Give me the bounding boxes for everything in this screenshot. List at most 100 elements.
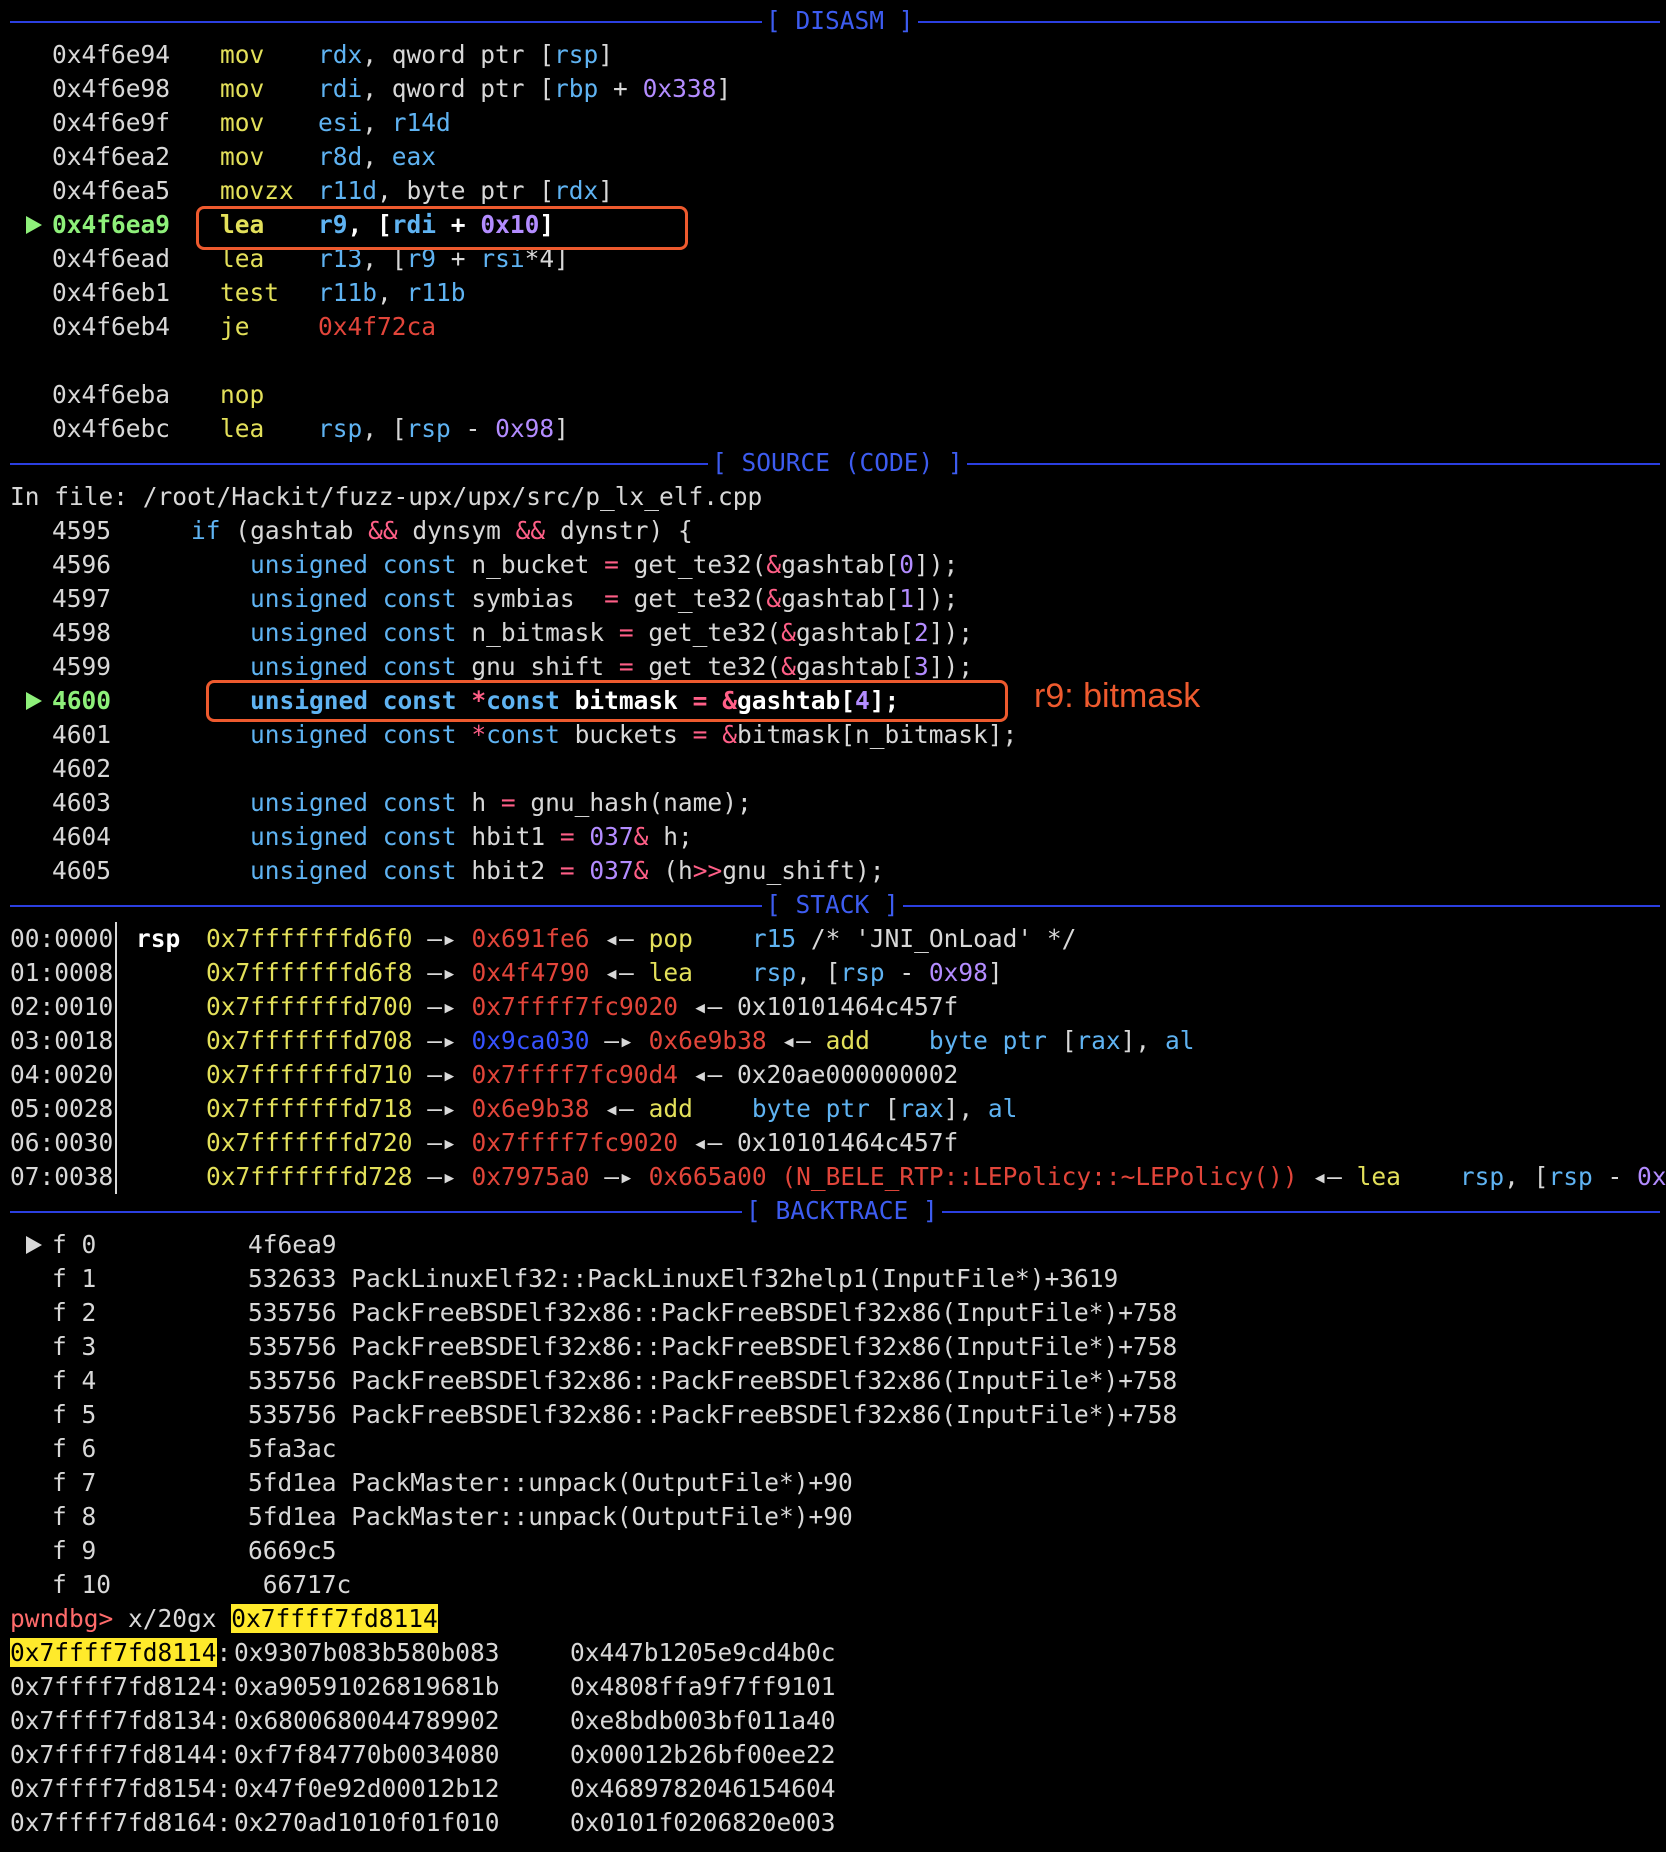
current-instruction-arrow-icon: [26, 216, 42, 234]
stack-offset: 06:0030: [10, 1128, 114, 1157]
command-text: x/20gx: [113, 1604, 232, 1633]
source-line-number: 4605: [52, 856, 112, 885]
stack-entry: 0x7fffffffd700 —▸ 0x7ffff7fc9020 ◂— 0x10…: [206, 992, 959, 1021]
stack-entry: 0x7fffffffd6f0 —▸ 0x691fe6 ◂— pop r15 /*…: [206, 924, 1077, 953]
frame-text: 66717c: [248, 1570, 352, 1599]
frame-text: 5fd1ea PackMaster::unpack(OutputFile*)+9…: [248, 1468, 853, 1497]
memory-address: 0x7ffff7fd8134:: [10, 1706, 232, 1735]
disasm-address: 0x4f6ea2: [52, 142, 171, 171]
source-code: unsigned const gnu_shift = get_te32(&gas…: [250, 652, 974, 681]
command-line[interactable]: pwndbg> x/20gx 0x7ffff7fd8114: [10, 1602, 438, 1636]
source-line-number: 4599: [52, 652, 112, 681]
stack-entry: 0x7fffffffd710 —▸ 0x7ffff7fc90d4 ◂— 0x20…: [206, 1060, 959, 1089]
disasm-address: 0x4f6e94: [52, 40, 171, 69]
frame-text: 535756 PackFreeBSDElf32x86::PackFreeBSDE…: [248, 1400, 1178, 1429]
disasm-mnemonic: mov: [220, 142, 265, 171]
disasm-mnemonic: movzx: [220, 176, 294, 205]
frame-number: f 2: [52, 1298, 97, 1327]
stack-entry: 0x7fffffffd728 —▸ 0x7975a0 —▸ 0x665a00 (…: [206, 1162, 1666, 1191]
frame-text: 6669c5: [248, 1536, 337, 1565]
disasm-operands: r11b, r11b: [318, 278, 466, 307]
frame-number: f 5: [52, 1400, 97, 1429]
stack-entry: 0x7fffffffd6f8 —▸ 0x4f4790 ◂— lea rsp, […: [206, 958, 1003, 987]
disasm-operands: rdx, qword ptr [rsp]: [318, 40, 614, 69]
frame-text: 535756 PackFreeBSDElf32x86::PackFreeBSDE…: [248, 1332, 1178, 1361]
source-line-number: 4600: [52, 686, 112, 715]
memory-value: 0x4689782046154604: [570, 1774, 836, 1803]
source-line-number: 4595: [52, 516, 112, 545]
source-line-number: 4601: [52, 720, 112, 749]
frame-text: 532633 PackLinuxElf32::PackLinuxElf32hel…: [248, 1264, 1119, 1293]
memory-value: 0x47f0e92d00012b12: [234, 1774, 500, 1803]
stack-offset: 03:0018: [10, 1026, 114, 1055]
stack-offset: 01:0008: [10, 958, 114, 987]
source-file-path: In file: /root/Hackit/fuzz-upx/upx/src/p…: [10, 482, 763, 511]
frame-text: 5fd1ea PackMaster::unpack(OutputFile*)+9…: [248, 1502, 853, 1531]
source-line-number: 4604: [52, 822, 112, 851]
command-arg: 0x7ffff7fd8114: [231, 1604, 438, 1633]
stack-offset: 07:0038: [10, 1162, 114, 1191]
pwndbg-prompt: pwndbg>: [10, 1604, 114, 1633]
frame-text: 535756 PackFreeBSDElf32x86::PackFreeBSDE…: [248, 1298, 1178, 1327]
disasm-address: 0x4f6e98: [52, 74, 171, 103]
frame-number: f 3: [52, 1332, 97, 1361]
disasm-mnemonic: mov: [220, 40, 265, 69]
stack-separator: [115, 922, 117, 1194]
frame-number: f 10: [52, 1570, 112, 1599]
disasm-mnemonic: test: [220, 278, 280, 307]
disasm-operands: esi, r14d: [318, 108, 451, 137]
memory-address: 0x7ffff7fd8144:: [10, 1740, 232, 1769]
disasm-mnemonic: je: [220, 312, 250, 341]
source-code: unsigned const *const buckets = &bitmask…: [250, 720, 1018, 749]
memory-address: 0x7ffff7fd8164:: [10, 1808, 232, 1837]
stack-entry: 0x7fffffffd708 —▸ 0x9ca030 —▸ 0x6e9b38 ◂…: [206, 1026, 1195, 1055]
source-code: unsigned const hbit1 = 037& h;: [250, 822, 693, 851]
stack-offset: 05:0028: [10, 1094, 114, 1123]
source-code: if (gashtab && dynsym && dynstr) {: [191, 516, 693, 545]
disasm-operands: rdi, qword ptr [rbp + 0x338]: [318, 74, 732, 103]
memory-address: 0x7ffff7fd8124:: [10, 1672, 232, 1701]
current-line-arrow-icon: [26, 692, 42, 710]
source-header: [ SOURCE (CODE) ]: [10, 446, 1660, 480]
disasm-address: 0x4f6ea5: [52, 176, 171, 205]
annotation-box-source: [206, 680, 1008, 722]
source-code: unsigned const hbit2 = 037& (h>>gnu_shif…: [250, 856, 885, 885]
disasm-header: [ DISASM ]: [10, 4, 1660, 38]
frame-text: 4f6ea9: [248, 1230, 337, 1259]
memory-value: 0x0101f0206820e003: [570, 1808, 836, 1837]
frame-number: f 0: [52, 1230, 97, 1259]
frame-number: f 6: [52, 1434, 97, 1463]
disasm-address: 0x4f6eb1: [52, 278, 171, 307]
memory-value: 0x6800680044789902: [234, 1706, 500, 1735]
frame-number: f 9: [52, 1536, 97, 1565]
selected-frame-arrow-icon: [26, 1236, 42, 1254]
disasm-operands: r11d, byte ptr [rdx]: [318, 176, 614, 205]
annotation-box-instruction: [196, 206, 688, 250]
stack-offset: 00:0000: [10, 924, 114, 953]
disasm-address: 0x4f6e9f: [52, 108, 171, 137]
memory-value: 0xf7f84770b0034080: [234, 1740, 500, 1769]
source-line-number: 4598: [52, 618, 112, 647]
memory-value: 0x270ad1010f01f010: [234, 1808, 500, 1837]
disasm-address: 0x4f6ea9: [52, 210, 171, 239]
disasm-address: 0x4f6eb4: [52, 312, 171, 341]
memory-address: 0x7ffff7fd8114:: [10, 1638, 232, 1667]
disasm-operands: 0x4f72ca: [318, 312, 437, 341]
disasm-operands: r8d, eax: [318, 142, 437, 171]
annotation-note: r9: bitmask: [1034, 677, 1201, 715]
memory-value: 0x447b1205e9cd4b0c: [570, 1638, 836, 1667]
frame-number: f 8: [52, 1502, 97, 1531]
memory-value: 0xe8bdb003bf011a40: [570, 1706, 836, 1735]
source-line-number: 4597: [52, 584, 112, 613]
source-line-number: 4596: [52, 550, 112, 579]
disasm-mnemonic: lea: [220, 414, 265, 443]
disasm-address: 0x4f6ead: [52, 244, 171, 273]
frame-text: 535756 PackFreeBSDElf32x86::PackFreeBSDE…: [248, 1366, 1178, 1395]
stack-entry: 0x7fffffffd720 —▸ 0x7ffff7fc9020 ◂— 0x10…: [206, 1128, 959, 1157]
source-code: unsigned const n_bitmask = get_te32(&gas…: [250, 618, 974, 647]
source-code: unsigned const h = gnu_hash(name);: [250, 788, 752, 817]
frame-number: f 4: [52, 1366, 97, 1395]
source-line-number: 4603: [52, 788, 112, 817]
disasm-mnemonic: mov: [220, 108, 265, 137]
backtrace-header: [ BACKTRACE ]: [10, 1194, 1660, 1228]
